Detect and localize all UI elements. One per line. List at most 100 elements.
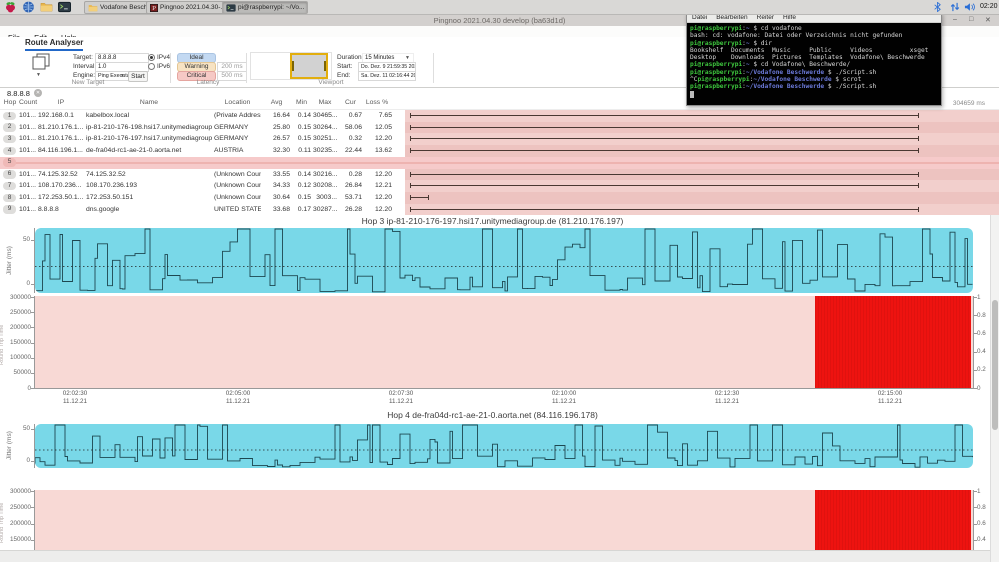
terminal-menu-reiter[interactable]: Reiter (757, 14, 774, 21)
terminal-menu-datei[interactable]: Datei (692, 14, 707, 21)
viewport-minimap[interactable] (250, 52, 332, 80)
tick-mark (974, 333, 977, 335)
favourites-dropdown-icon[interactable]: ▼ (36, 72, 41, 78)
ipv6-radio[interactable] (148, 63, 155, 70)
viewport-selection[interactable] (290, 53, 328, 79)
group-label-viewport: Viewport (318, 79, 344, 86)
tab-8888[interactable]: 8.8.8.8 (7, 89, 30, 98)
terminal-line: Bookshelf Documents Music Public Videos … (690, 46, 929, 54)
table-row-hop-7[interactable]: 7 101... 108.170.236... 108.170.236.193 (Unk… (0, 180, 999, 192)
table-row-hop-2[interactable]: 2 101... 81.210.176.1... ip-81-210-176-198.… (0, 121, 999, 134)
taskbar-window-filemanager[interactable]: Vodafone Beschwerd... (84, 1, 150, 14)
browser-globe-icon[interactable] (22, 1, 35, 13)
jitter-tick-label: 50 (22, 425, 30, 432)
taskbar-clock[interactable]: 02:20 (980, 3, 998, 10)
viewport-handle-left[interactable] (292, 61, 294, 71)
cell-loss: 12.05 (374, 123, 392, 131)
table-row-hop-4[interactable]: 4 101... 84.116.196.1... de-fra04d-rc1-ae-2… (0, 145, 999, 157)
table-row-hop-1[interactable]: 1 101... 192.168.0.1 kabelbox.local (Private… (0, 110, 999, 122)
tick-mark (974, 369, 977, 371)
cell-avg: 30.64 (272, 194, 290, 202)
whisker-cap (410, 206, 411, 212)
volume-icon[interactable] (964, 2, 975, 12)
minimize-button[interactable]: – (953, 16, 957, 23)
tick-mark (31, 507, 34, 509)
latency-left-tick: 300000 (9, 293, 31, 301)
favourites-target-icon[interactable] (30, 53, 52, 70)
cell-min: 0.17 (297, 205, 311, 213)
cell-name: 74.125.32.52 (86, 170, 126, 178)
cell-max: 30216... (313, 170, 337, 178)
x-tick-time: 02:07:30 (388, 390, 414, 397)
latency-plot[interactable] (35, 490, 973, 550)
terminal-output[interactable]: pi@raspberrypi:~ $ cd vodafone bash: cd: … (687, 23, 941, 105)
col-header-cur[interactable]: Cur (339, 99, 362, 106)
latency-axis-label: Round Trip Time (0, 324, 5, 366)
col-header-hop[interactable]: Hop (2, 99, 18, 106)
scrollbar-thumb[interactable] (992, 300, 998, 430)
table-row-hop-8[interactable]: 8 101... 172.253.50.1... 172.253.50.151 (Unk… (0, 192, 999, 204)
col-header-max[interactable]: Max (313, 99, 337, 106)
cell-name: 172.253.50.151 (86, 194, 134, 202)
bluetooth-icon[interactable] (933, 2, 942, 12)
col-header-min[interactable]: Min (292, 99, 311, 106)
x-tick-time: 02:05:00 (225, 390, 251, 397)
cell-avg: 25.80 (272, 123, 290, 131)
col-header-avg[interactable]: Avg (263, 99, 290, 106)
jitter-y-axis (34, 424, 35, 468)
table-row-hop-3[interactable]: 3 101... 81.210.176.1... ip-81-210-176-197.… (0, 133, 999, 146)
group-separator (246, 53, 247, 83)
taskbar-window-pingnoo[interactable]: P Pingnoo 2021.04.30-... (146, 1, 226, 14)
cell-ip: 84.116.196.1... (38, 147, 83, 155)
col-header-count[interactable]: Count (19, 99, 37, 106)
taskbar-window-terminal[interactable]: pi@raspberrypi: ~/Vo... (222, 1, 308, 14)
tab-close-icon[interactable]: ✕ (34, 89, 42, 97)
cell-max: 30208... (313, 182, 337, 190)
tick-mark (31, 491, 34, 492)
cell-ip: 81.210.176.1... (38, 135, 84, 143)
terminal-launcher-icon[interactable] (58, 1, 71, 13)
table-row-hop-6[interactable]: 6 101... 74.125.32.52 74.125.32.52 (Unknown … (0, 168, 999, 181)
terminal-line (690, 91, 938, 98)
terminal-window[interactable]: Datei Bearbeiten Reiter Hilfe pi@raspberryp… (686, 12, 942, 106)
table-row-hop-5[interactable]: 5 (0, 156, 999, 169)
tab-route-analyser[interactable]: Route Analyser (25, 38, 84, 51)
duration-dropdown-icon[interactable]: ▼ (405, 55, 410, 61)
col-header-loss[interactable]: Loss % (362, 99, 392, 106)
taskbar-window-label: Vodafone Beschwerd... (100, 4, 150, 11)
latency-plot[interactable] (35, 296, 973, 388)
cell-avg: 16.64 (272, 112, 290, 119)
file-manager-icon[interactable] (40, 1, 53, 13)
raspberry-menu-icon[interactable] (4, 1, 17, 13)
close-button[interactable]: ✕ (985, 16, 991, 24)
ipv4-radio[interactable] (148, 54, 155, 61)
packet-loss-region (815, 490, 971, 550)
latency-y-axis-right (973, 296, 974, 388)
latency-left-tick: 150000 (9, 536, 31, 544)
jitter-plot[interactable] (35, 424, 973, 468)
jitter-plot[interactable] (35, 228, 973, 293)
terminal-menu-bearbeiten[interactable]: Bearbeiten (716, 14, 747, 21)
table-row-hop-9[interactable]: 9101...8.8.8.8 dns.google UNITED STATES 33.… (0, 203, 999, 216)
terminal-menu-hilfe[interactable]: Hilfe (783, 14, 796, 21)
cell-cur: 26.84 (344, 182, 362, 190)
tick-mark (31, 240, 34, 241)
cell-name: kabelbox.local (86, 112, 130, 119)
hop-number-badge: 1 (3, 111, 16, 120)
engine-dropdown-icon[interactable]: ▼ (120, 73, 125, 79)
cell-location: UNITED STATES (214, 205, 261, 213)
col-header-name[interactable]: Name (86, 99, 212, 106)
vertical-scrollbar[interactable] (990, 215, 999, 562)
network-arrows-icon[interactable] (950, 2, 960, 12)
whisker-cap (918, 124, 919, 130)
col-header-location[interactable]: Location (214, 99, 261, 106)
maximize-button[interactable]: □ (969, 16, 973, 23)
terminal-line: pi@raspberrypi:~/Vodafone Beschwerde $ .… (690, 83, 877, 91)
latency-y-axis-left (34, 490, 35, 550)
viewport-handle-right[interactable] (324, 61, 326, 71)
cell-max: 30465... (313, 112, 337, 119)
terminal-line: bash: cd: vodafone: Datei oder Verzeichn… (690, 32, 903, 40)
group-label-latency: Latency (196, 79, 220, 86)
col-header-ip[interactable]: IP (38, 99, 84, 106)
taskbar: Vodafone Beschwerd... P Pingnoo 2021.04.… (0, 0, 999, 15)
